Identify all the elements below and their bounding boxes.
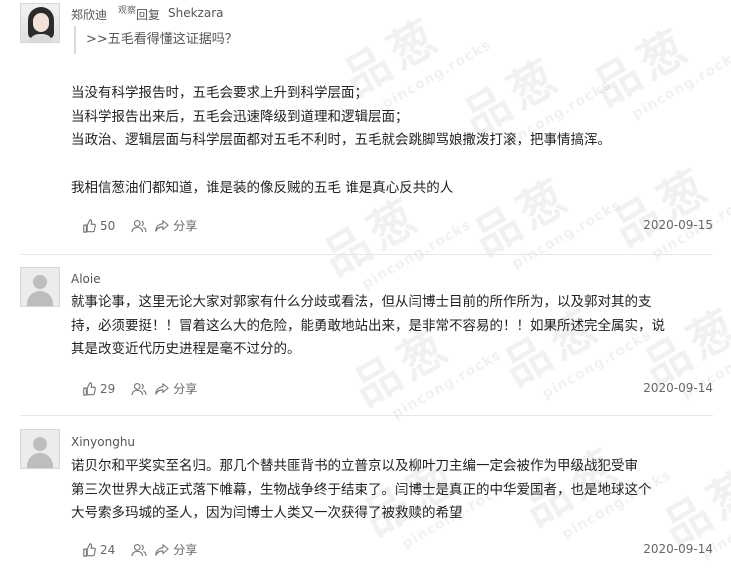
- avatar[interactable]: [20, 267, 60, 307]
- users-icon: [131, 219, 147, 232]
- share-label: 分享: [173, 219, 198, 233]
- users-button[interactable]: [131, 543, 147, 557]
- share-button[interactable]: 分享: [155, 541, 197, 558]
- share-label: 分享: [173, 382, 198, 396]
- like-button[interactable]: 29: [82, 382, 115, 396]
- avatar[interactable]: [20, 429, 60, 469]
- thumbs-up-icon: [83, 381, 96, 396]
- avatar[interactable]: [20, 3, 60, 43]
- share-icon: [155, 543, 169, 556]
- users-button[interactable]: [131, 219, 147, 233]
- comment-line: 诺贝尔和平奖实至名归。那几个替共匪背书的立普京以及柳叶刀主编一定会被作为甲级战犯…: [71, 458, 638, 474]
- comment-line: 持，必须要挺！！冒着这么大的危险，能勇敢地站出来，是非常不容易的！！如果所述完全…: [71, 317, 665, 334]
- comment-actions: 24 分享: [82, 541, 213, 558]
- users-button[interactable]: [131, 382, 147, 396]
- share-button[interactable]: 分享: [155, 217, 197, 234]
- quoted-text: >>五毛看得懂这证据吗？: [74, 26, 238, 54]
- share-button[interactable]: 分享: [155, 380, 197, 397]
- like-button[interactable]: 24: [82, 543, 115, 557]
- thumbs-up-icon: [83, 218, 96, 233]
- like-count: 50: [100, 218, 116, 233]
- comment-line: 大号索多玛城的圣人，因为闫博士人类又一次获得了被救赎的希望: [71, 505, 463, 521]
- username[interactable]: Xinyonghu: [71, 435, 135, 449]
- share-label: 分享: [173, 543, 198, 557]
- reply-target-username[interactable]: Shekzara: [168, 6, 224, 20]
- share-icon: [155, 219, 169, 232]
- comment-line: 当科学报告出来后，五毛会迅速降级到道理和逻辑层面；: [71, 108, 409, 125]
- comment-line: 就事论事，这里无论大家对郭家有什么分歧或看法，但从闫博士目前的所作所为，以及郭对…: [71, 294, 652, 310]
- comment-line: 当政治、逻辑层面与科学层面都对五毛不利时，五毛就会跳脚骂娘撒泼打滚，把事情搞浑。: [71, 132, 611, 148]
- comment-actions: 29 分享: [82, 380, 213, 397]
- comment-content: 当没有科学报告时，五毛会要求上升到科学层面； 当科学报告出来后，五毛会迅速降级到…: [71, 82, 611, 200]
- users-icon: [131, 382, 147, 395]
- comment-actions: 50 分享: [82, 217, 213, 234]
- comment-date: 2020-09-15: [643, 218, 713, 232]
- comment-content: 就事论事，这里无论大家对郭家有什么分歧或看法，但从闫博士目前的所作所为，以及郭对…: [71, 291, 665, 362]
- like-button[interactable]: 50: [82, 219, 115, 233]
- divider: [20, 254, 713, 255]
- comment-line: 其是改变近代历史进程是毫不过分的。: [71, 341, 301, 357]
- share-icon: [155, 382, 169, 395]
- watermark: 品葱 pincong.rocks: [603, 157, 731, 263]
- like-count: 29: [100, 381, 116, 396]
- divider: [20, 415, 713, 416]
- username[interactable]: Aloie: [71, 272, 101, 286]
- comment-date: 2020-09-14: [643, 381, 713, 395]
- comment-line: 当没有科学报告时，五毛会要求上升到科学层面；: [71, 85, 368, 101]
- reply-label: 回复: [136, 8, 161, 22]
- comment-line: 第三次世界大战正式落下帷幕，生物战争终于结束了。闫博士是真正的中华爱国者，也是地…: [71, 481, 652, 498]
- comment-line: 我相信葱油们都知道，谁是装的像反贼的五毛 谁是真心反共的人: [71, 179, 454, 196]
- thumbs-up-icon: [83, 542, 96, 557]
- comment-content: 诺贝尔和平奖实至名归。那几个替共匪背书的立普京以及柳叶刀主编一定会被作为甲级战犯…: [71, 455, 652, 526]
- users-icon: [131, 543, 147, 556]
- like-count: 24: [100, 542, 116, 557]
- username[interactable]: 郑欣迪: [71, 6, 107, 23]
- comment-date: 2020-09-14: [643, 542, 713, 556]
- user-tag: 观察: [118, 6, 137, 16]
